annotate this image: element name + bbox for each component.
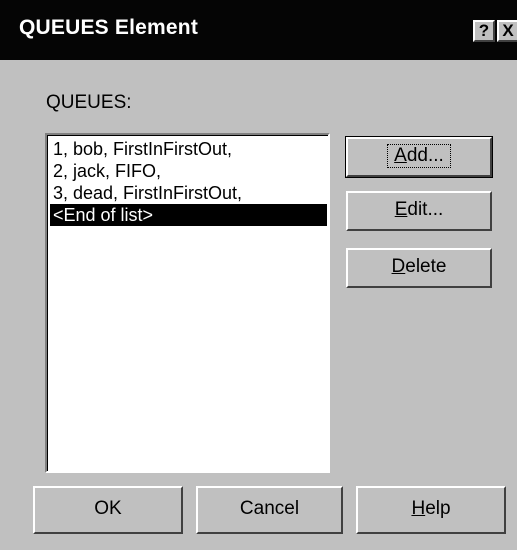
queues-dialog: QUEUES Element ? X QUEUES: 1, bob, First… <box>0 0 517 550</box>
list-item[interactable]: 2, jack, FIFO, <box>50 160 161 182</box>
add-label-rest: dd... <box>406 145 444 166</box>
delete-label-rest: elete <box>405 256 447 277</box>
edit-mnemonic: E <box>394 199 408 220</box>
queues-listbox[interactable]: 1, bob, FirstInFirstOut, 2, jack, FIFO, … <box>45 133 330 473</box>
cancel-button[interactable]: Cancel <box>196 486 343 534</box>
focus-rect: Add... <box>387 144 451 168</box>
ok-button[interactable]: OK <box>33 486 183 534</box>
list-item[interactable]: 1, bob, FirstInFirstOut, <box>50 138 232 160</box>
title-bar: QUEUES Element ? X <box>0 0 517 60</box>
list-item-selected[interactable]: <End of list> <box>50 204 327 226</box>
close-icon[interactable]: X <box>497 20 517 42</box>
help-icon[interactable]: ? <box>473 20 495 42</box>
delete-mnemonic: D <box>391 256 406 277</box>
add-button[interactable]: Add... <box>345 136 493 178</box>
dialog-title: QUEUES Element <box>19 16 199 39</box>
list-item[interactable]: 3, dead, FirstInFirstOut, <box>50 182 242 204</box>
queues-label: QUEUES: <box>46 92 132 113</box>
edit-button[interactable]: Edit... <box>346 191 492 231</box>
add-mnemonic: A <box>394 145 407 166</box>
help-mnemonic: H <box>411 498 426 519</box>
help-label-rest: elp <box>425 498 451 519</box>
help-button[interactable]: Help <box>356 486 506 534</box>
delete-button[interactable]: Delete <box>346 248 492 288</box>
edit-label-rest: dit... <box>407 199 444 220</box>
